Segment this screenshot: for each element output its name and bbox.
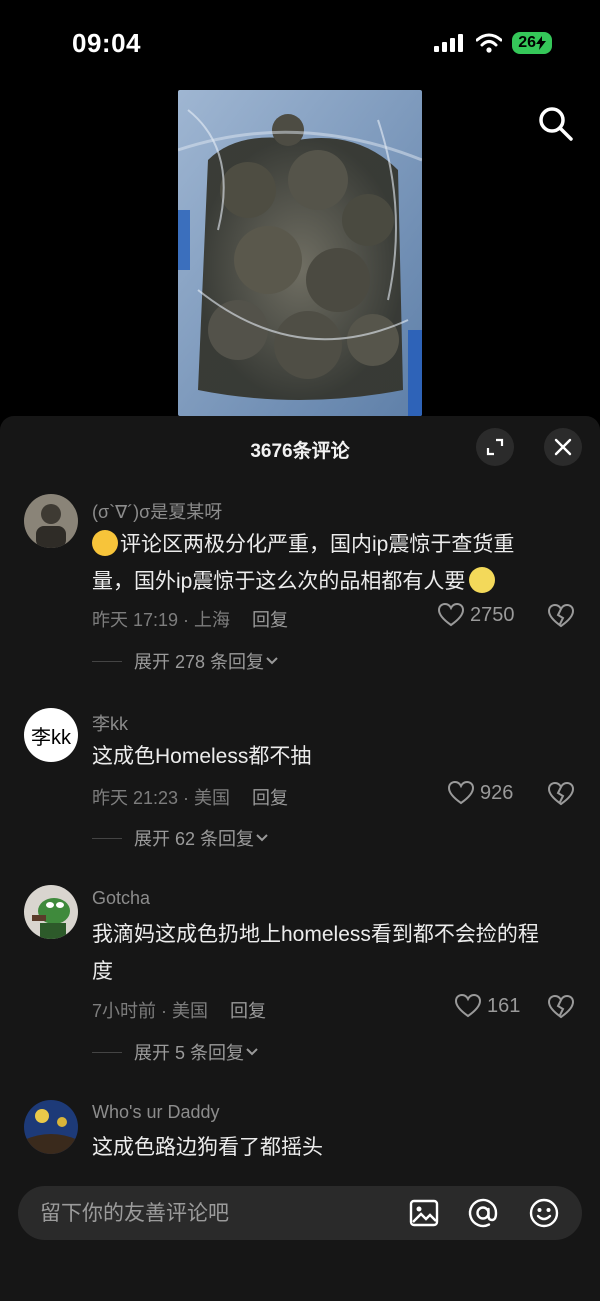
chevron-down-icon [266, 657, 278, 665]
battery-indicator: 26 [512, 32, 552, 54]
bag-photo-image [178, 90, 422, 416]
post-photo[interactable] [178, 90, 422, 416]
broken-heart-icon [547, 603, 575, 628]
comment-text-line: 我滴妈这成色扔地上homeless看到都不会捡的程 [92, 923, 539, 946]
like-button[interactable]: 926 [448, 781, 513, 805]
comment-meta: 昨天 21:23 · 美国 回复 [92, 784, 288, 810]
chevron-down-icon [256, 834, 268, 842]
comment-text-line: 评论区两极分化严重，国内ip震惊于查货重 [120, 533, 515, 556]
comment-username[interactable]: Who's ur Daddy [92, 1102, 220, 1123]
like-button[interactable]: 2750 [438, 603, 515, 627]
status-time: 09:04 [72, 28, 141, 58]
comment-input-bar [18, 1186, 582, 1242]
chevron-down-icon [246, 1048, 258, 1056]
comment-text: 评论区两极分化严重，国内ip震惊于查货重 量，国外ip震惊于这么次的品相都有人要 [92, 526, 580, 600]
signal-icon [434, 34, 464, 52]
search-button[interactable] [536, 104, 576, 144]
avatar[interactable]: 李kk [24, 708, 78, 762]
expand-replies-label: 展开 62 条回复 [134, 829, 255, 849]
avatar[interactable] [24, 1100, 78, 1154]
expand-panel-button[interactable] [476, 428, 514, 466]
like-button[interactable]: 161 [455, 994, 520, 1018]
expand-replies-label: 展开 5 条回复 [134, 1043, 245, 1063]
comment-time-location: 昨天 21:23 · 美国 [92, 788, 231, 808]
dislike-button[interactable] [547, 603, 575, 633]
image-button[interactable] [408, 1197, 440, 1229]
reply-button[interactable]: 回复 [252, 610, 288, 630]
image-icon [409, 1199, 439, 1227]
divider-line [92, 660, 122, 662]
at-mention-icon [468, 1198, 498, 1228]
wifi-icon [476, 33, 503, 53]
close-icon [554, 438, 572, 456]
avatar[interactable] [24, 494, 78, 548]
broken-heart-icon [547, 994, 575, 1019]
like-count: 2750 [470, 603, 515, 626]
search-icon [539, 107, 573, 141]
reply-button[interactable]: 回复 [230, 1001, 266, 1021]
comment-time-location: 昨天 17:19 · 上海 [92, 610, 231, 630]
heart-icon [448, 781, 474, 805]
emoji-button[interactable] [528, 1197, 560, 1229]
expand-replies-label: 展开 278 条回复 [134, 652, 265, 672]
charging-bolt-icon [536, 36, 546, 50]
like-count: 161 [487, 994, 521, 1017]
like-count: 926 [480, 781, 514, 804]
dizzy-face-emoji [469, 567, 496, 593]
reply-button[interactable]: 回复 [252, 788, 288, 808]
status-icons: 26 [434, 32, 552, 54]
avatar[interactable] [24, 885, 78, 939]
comment-text: 我滴妈这成色扔地上homeless看到都不会捡的程 度 [92, 916, 580, 990]
emoji-icon [529, 1198, 559, 1228]
expand-replies-button[interactable]: 展开 62 条回复 [92, 825, 270, 851]
comment-text: 这成色路边狗看了都摇头 [92, 1136, 323, 1159]
heart-icon [438, 603, 464, 627]
status-bar: 09:04 26 [0, 0, 600, 88]
comment-text: 这成色Homeless都不抽 [92, 745, 312, 768]
comment-username[interactable]: (σ`∇´)σ是夏某呀 [92, 498, 222, 524]
avatar-text: 李kk [31, 726, 71, 749]
comment-text-line: 度 [92, 960, 113, 983]
kissing-face-emoji [92, 530, 118, 556]
comment-meta: 7小时前 · 美国 回复 [92, 997, 266, 1023]
expand-replies-button[interactable]: 展开 278 条回复 [92, 648, 280, 674]
comment-username[interactable]: Gotcha [92, 888, 150, 909]
expand-replies-button[interactable]: 展开 5 条回复 [92, 1039, 260, 1065]
comment-username[interactable]: 李kk [92, 710, 128, 736]
close-panel-button[interactable] [544, 428, 582, 466]
comment-meta: 昨天 17:19 · 上海 回复 [92, 606, 288, 632]
comment-text-line: 量，国外ip震惊于这么次的品相都有人要 [92, 570, 466, 593]
divider-line [92, 1051, 122, 1053]
dislike-button[interactable] [547, 781, 575, 811]
heart-icon [455, 994, 481, 1018]
divider-line [92, 837, 122, 839]
dislike-button[interactable] [547, 994, 575, 1024]
battery-level: 26 [518, 34, 536, 51]
expand-icon [486, 438, 504, 456]
broken-heart-icon [547, 781, 575, 806]
mention-button[interactable] [467, 1197, 499, 1229]
comment-input[interactable] [38, 1186, 402, 1242]
comment-time-location: 7小时前 · 美国 [92, 1001, 209, 1021]
